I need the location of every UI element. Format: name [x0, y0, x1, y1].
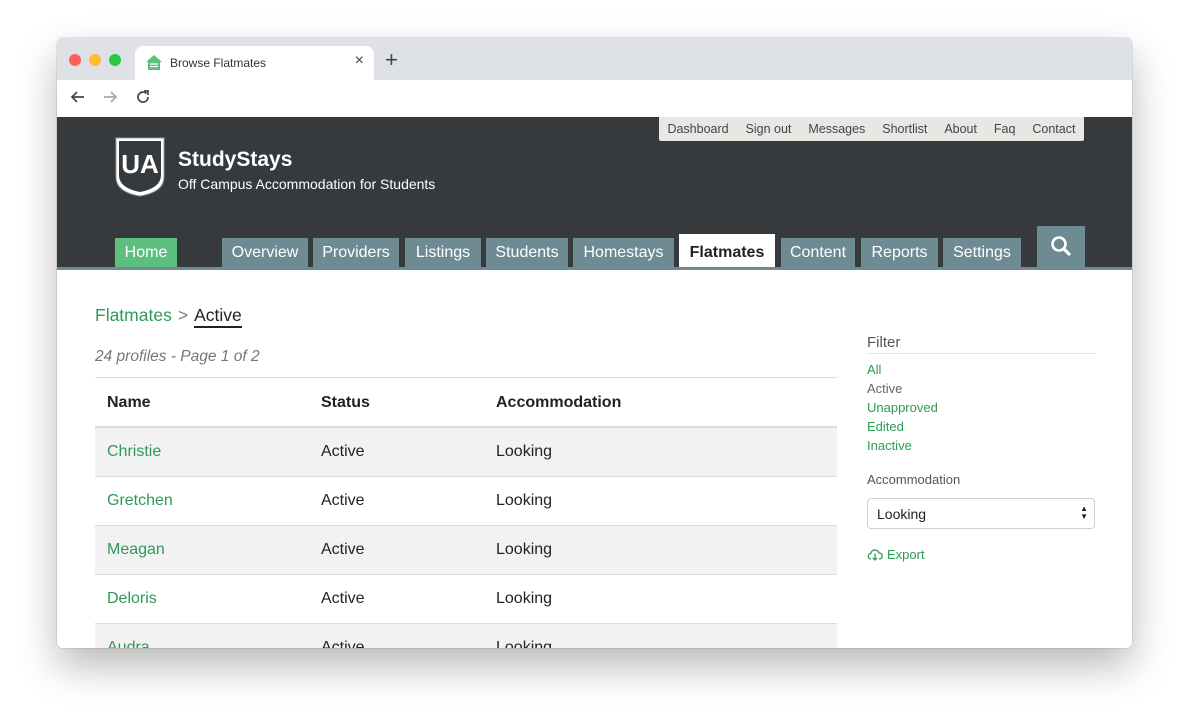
browser-tabbar: Browse Flatmates × + — [57, 38, 1132, 80]
browser-tab[interactable]: Browse Flatmates × — [135, 46, 374, 80]
breadcrumb-parent[interactable]: Flatmates — [95, 305, 172, 325]
accommodation-select-value: Looking — [877, 506, 927, 522]
search-icon — [1051, 236, 1071, 256]
status-cell: Active — [321, 639, 365, 648]
accommodation-cell: Looking — [496, 590, 553, 607]
site-title[interactable]: StudyStays — [178, 148, 292, 172]
status-cell: Active — [321, 492, 365, 509]
logo[interactable]: UA — [115, 137, 165, 197]
table-row: Gretchen Active Looking — [95, 477, 837, 526]
filter-title: Filter — [867, 334, 1095, 354]
tab-title: Browse Flatmates — [170, 56, 267, 70]
breadcrumb: Flatmates > Active — [95, 305, 242, 328]
nav-settings[interactable]: Settings — [943, 238, 1021, 267]
nav-listings[interactable]: Listings — [405, 238, 481, 267]
accommodation-select[interactable]: Looking ▲ ▼ — [867, 498, 1095, 529]
close-window-button[interactable] — [69, 54, 81, 66]
table-header: Name Status Accommodation — [95, 378, 837, 428]
filter-link-edited[interactable]: Edited — [867, 419, 904, 434]
filter-link-unapproved[interactable]: Unapproved — [867, 400, 938, 415]
main-nav: Home Overview Providers Listings Student… — [57, 234, 1132, 267]
site-subtitle: Off Campus Accommodation for Students — [178, 176, 436, 192]
breadcrumb-current: Active — [194, 305, 242, 328]
new-tab-button[interactable]: + — [385, 49, 398, 71]
main-content: Flatmates > Active 24 profiles - Page 1 of… — [57, 270, 1132, 648]
nav-content[interactable]: Content — [781, 238, 855, 267]
tab-close-icon[interactable]: × — [355, 52, 364, 70]
flatmate-name-link[interactable]: Meagan — [107, 541, 165, 559]
nav-providers[interactable]: Providers — [313, 238, 399, 267]
accommodation-label: Accommodation — [867, 472, 961, 487]
column-header-name: Name — [107, 394, 151, 411]
select-arrows-icon: ▲ ▼ — [1080, 504, 1088, 521]
column-header-status: Status — [321, 394, 370, 411]
flatmate-name-link[interactable]: Christie — [107, 443, 161, 461]
flatmate-name-link[interactable]: Deloris — [107, 590, 157, 608]
accommodation-cell: Looking — [496, 443, 553, 460]
accommodation-cell: Looking — [496, 541, 553, 558]
nav-students[interactable]: Students — [486, 238, 568, 267]
minimize-window-button[interactable] — [89, 54, 101, 66]
site-header: Dashboard Sign out Messages Shortlist Ab… — [57, 117, 1132, 270]
nav-reports[interactable]: Reports — [861, 238, 938, 267]
breadcrumb-separator: > — [177, 305, 189, 325]
nav-flatmates[interactable]: Flatmates — [679, 234, 775, 267]
nav-home[interactable]: Home — [115, 238, 177, 267]
logo-text: UA — [121, 149, 159, 179]
search-button[interactable] — [1037, 226, 1085, 267]
flatmate-name-link[interactable]: Audra — [107, 639, 150, 648]
accommodation-cell: Looking — [496, 492, 553, 509]
status-cell: Active — [321, 541, 365, 558]
nav-overview[interactable]: Overview — [222, 238, 308, 267]
utility-link-messages[interactable]: Messages — [808, 122, 865, 136]
flatmates-table: Name Status Accommodation Christie Activ… — [95, 377, 837, 648]
utility-link-dashboard[interactable]: Dashboard — [667, 122, 728, 136]
table-row: Meagan Active Looking — [95, 526, 837, 575]
nav-homestays[interactable]: Homestays — [573, 238, 674, 267]
filter-link-all[interactable]: All — [867, 362, 881, 377]
utility-link-shortlist[interactable]: Shortlist — [882, 122, 927, 136]
utility-nav: Dashboard Sign out Messages Shortlist Ab… — [659, 117, 1084, 141]
utility-link-sign-out[interactable]: Sign out — [746, 122, 792, 136]
utility-link-about[interactable]: About — [944, 122, 977, 136]
table-row: Christie Active Looking — [95, 428, 837, 477]
results-summary: 24 profiles - Page 1 of 2 — [95, 348, 260, 365]
browser-window: Browse Flatmates × + Dashboard Sign out … — [57, 38, 1132, 648]
forward-icon[interactable] — [101, 88, 119, 106]
export-label: Export — [887, 547, 925, 562]
utility-link-contact[interactable]: Contact — [1032, 122, 1075, 136]
status-cell: Active — [321, 590, 365, 607]
favicon-house-icon — [146, 55, 162, 70]
export-link[interactable]: Export — [867, 547, 925, 562]
accommodation-cell: Looking — [496, 639, 553, 648]
filter-link-active: Active — [867, 381, 903, 396]
table-row: Audra Active Looking — [95, 624, 837, 648]
back-icon[interactable] — [69, 88, 87, 106]
cloud-download-icon — [867, 549, 883, 561]
column-header-accommodation: Accommodation — [496, 394, 622, 411]
maximize-window-button[interactable] — [109, 54, 121, 66]
reload-icon[interactable] — [134, 88, 152, 106]
filter-link-inactive[interactable]: Inactive — [867, 438, 912, 453]
browser-toolbar — [57, 80, 1132, 118]
flatmate-name-link[interactable]: Gretchen — [107, 492, 173, 510]
utility-link-faq[interactable]: Faq — [994, 122, 1016, 136]
status-cell: Active — [321, 443, 365, 460]
table-row: Deloris Active Looking — [95, 575, 837, 624]
